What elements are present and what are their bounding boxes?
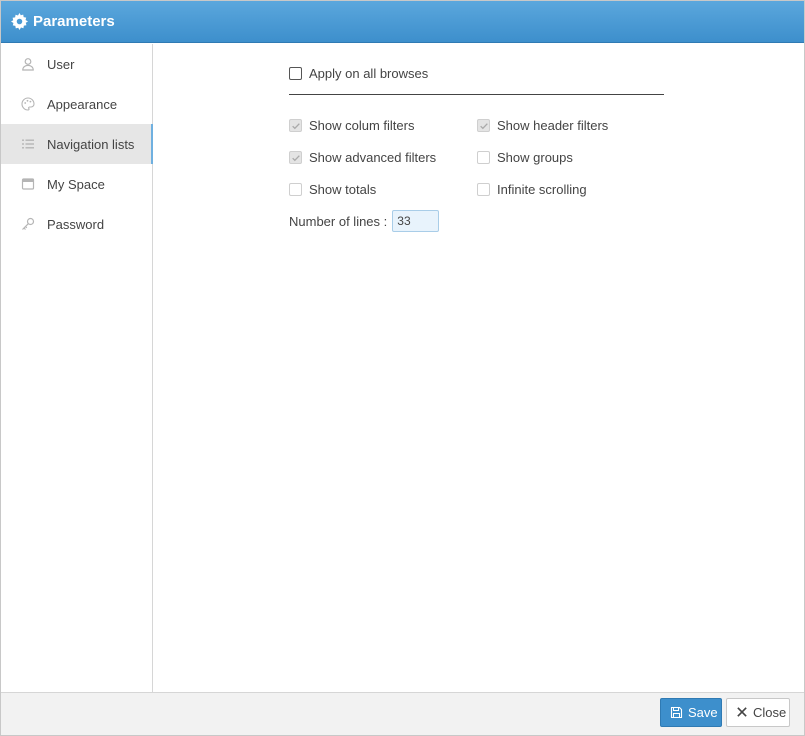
lines-row: Number of lines : [289,210,440,232]
lines-label: Number of lines : [289,213,388,229]
close-button[interactable]: Close [726,698,790,727]
sidebar-item-label: Appearance [47,96,118,112]
option-label: Show header filters [497,118,609,133]
option-label: Infinite scrolling [497,182,587,197]
option-label: Show advanced filters [309,150,437,165]
divider [289,94,664,95]
show-groups-checkbox[interactable] [477,151,490,164]
user-icon [21,57,35,71]
option-row: Show totals [289,182,376,197]
sidebar-item-appearance[interactable]: Appearance [1,84,152,124]
option-row: Show header filters [477,118,608,133]
list-icon [21,137,35,151]
show-header-filters-checkbox[interactable] [477,119,490,132]
apply-all-label: Apply on all browses [309,66,429,81]
title-bar: Parameters [1,1,804,43]
window-icon [21,177,35,191]
option-row: Show advanced filters [289,150,436,165]
sidebar: User Appearance Navigation lists My Spac… [1,44,153,692]
footer: Save Close [1,692,804,735]
lines-input[interactable] [392,210,440,232]
sidebar-item-label: Navigation lists [47,136,135,152]
save-label: Save [688,705,718,720]
floppy-icon [670,706,683,719]
option-row: Infinite scrolling [477,182,587,197]
sidebar-item-navigation-lists[interactable]: Navigation lists [1,124,153,164]
sidebar-item-user[interactable]: User [1,44,152,84]
parameters-dialog: Parameters User Appearance Navigation li… [0,0,805,736]
show-advanced-filters-checkbox[interactable] [289,151,302,164]
sidebar-item-label: Password [47,216,105,232]
option-label: Show colum filters [309,118,415,133]
sidebar-item-my-space[interactable]: My Space [1,164,152,204]
option-label: Show totals [309,182,377,197]
sidebar-item-label: My Space [47,176,105,192]
option-row: Show colum filters [289,118,414,133]
close-label: Close [753,705,787,720]
settings-panel: Apply on all browses Show colum filters … [154,44,804,692]
dialog-title: Parameters [33,13,115,30]
show-column-filters-checkbox[interactable] [289,119,302,132]
gear-icon [11,13,28,30]
sidebar-item-label: User [47,56,75,72]
option-label: Show groups [497,150,573,165]
apply-all-checkbox[interactable] [289,67,302,80]
show-totals-checkbox[interactable] [289,183,302,196]
key-icon [21,217,35,231]
option-row: Show groups [477,150,573,165]
sidebar-item-password[interactable]: Password [1,204,152,244]
save-button[interactable]: Save [660,698,722,727]
close-icon [736,706,748,719]
infinite-scrolling-checkbox[interactable] [477,183,490,196]
palette-icon [21,97,35,111]
apply-all-row: Apply on all browses [289,66,428,81]
